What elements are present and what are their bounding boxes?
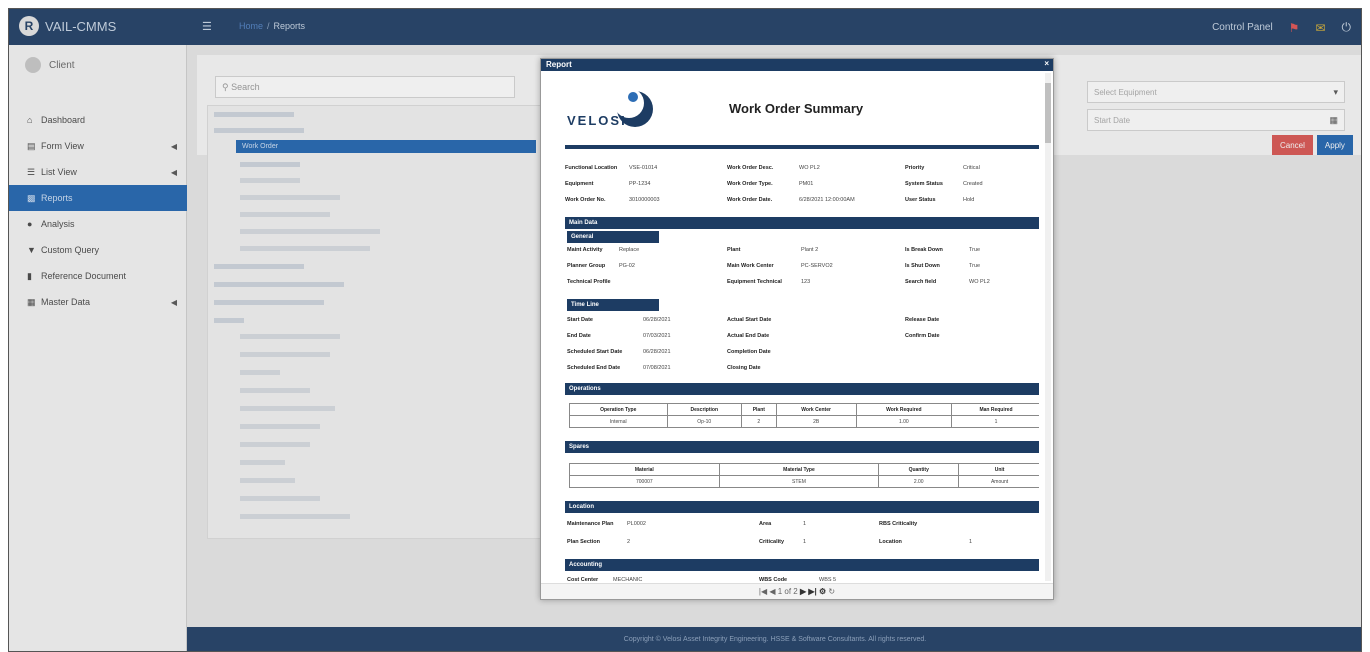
table-header: Work Center [775,403,857,416]
table-header: Operation Type [569,403,668,416]
field-is-break-down: Is Break Down True [905,247,981,253]
field-user-status: User Status Hold [905,197,975,203]
field-plan-section: Plan Section 2 [567,539,631,545]
field-actual-start-date: Actual Start Date [727,317,772,323]
field-work-order-desc: Work Order Desc. WO PL2 [727,165,820,171]
table-cell: 1.00 [855,415,952,428]
section-location: Location [565,501,1039,513]
field-functional-location: Functional Location VSE-01014 [565,165,658,171]
table-cell: Internal [569,415,668,428]
modal-title: Report [546,60,572,69]
table-cell: Op-10 [666,415,743,428]
modal-scrollbar[interactable] [1045,73,1051,581]
table-cell: 2 [741,415,777,428]
close-icon[interactable]: × [1044,59,1049,68]
field-actual-end-date: Actual End Date [727,333,770,339]
table-header: Description [666,403,743,416]
field-rbs-criticality: RBS Criticality [879,521,918,527]
field-location: Location 1 [879,539,973,545]
section-operations: Operations [565,383,1039,395]
field-system-status: System Status Created [905,181,983,187]
field-maintenance-plan: Maintenance Plan PL0002 [567,521,646,527]
operations-table: Operation Type Description Plant Work Ce… [569,403,1039,428]
report-pager: |◀ ◀ 1 of 2 ▶ ▶| ⚙ ↻ [541,583,1053,599]
report-document: VELOSI Work Order Summary Functional Loc… [549,73,1039,583]
table-header: Material [569,463,720,476]
field-plant: Plant Plant 2 [727,247,819,253]
field-is-shut-down: Is Shut Down True [905,263,981,269]
table-cell: Amount [958,475,1039,488]
table-header: Plant [741,403,777,416]
field-work-order-type: Work Order Type. PM01 [727,181,814,187]
field-area: Area 1 [759,521,807,527]
field-planner-group: Planner Group PG-02 [567,263,635,269]
export-icon[interactable]: ⚙ [819,587,826,596]
field-scheduled-start-date: Scheduled Start Date 06/28/2021 [567,349,671,355]
field-work-order-no: Work Order No. 3010000003 [565,197,660,203]
table-row: 700007 STEM 2.00 Amount [569,475,1039,488]
subsection-time-line: Time Line [567,299,659,311]
field-release-date: Release Date [905,317,940,323]
table-header: Unit [958,463,1039,476]
field-closing-date: Closing Date [727,365,761,371]
report-title: Work Order Summary [729,101,864,116]
first-page-icon[interactable]: |◀ [759,587,767,596]
refresh-icon[interactable]: ↻ [828,587,835,596]
table-cell: STEM [718,475,880,488]
table-cell: 2B [775,415,857,428]
section-main-data: Main Data [565,217,1039,229]
table-header-row: Operation Type Description Plant Work Ce… [569,403,1039,416]
section-spares: Spares [565,441,1039,453]
prev-page-icon[interactable]: ◀ [769,587,775,596]
table-header: Quantity [878,463,960,476]
field-equipment: Equipment PP-1234 [565,181,651,187]
spares-table: Material Material Type Quantity Unit 700… [569,463,1039,488]
page-indicator: 1 of 2 [777,587,798,596]
velosi-logo: VELOSI [565,87,661,133]
title-divider [565,145,1039,149]
field-technical-profile: Technical Profile [567,279,611,285]
report-modal: Report × VELOSI Work Order Summary Funct… [540,58,1054,600]
section-accounting: Accounting [565,559,1039,571]
app-window: R VAIL-CMMS ☰ Home / Reports Control Pan… [8,8,1362,652]
table-header: Man Required [950,403,1039,416]
table-header: Material Type [718,463,880,476]
table-header: Work Required [855,403,952,416]
modal-header: Report × [541,59,1053,71]
scrollbar-thumb[interactable] [1045,83,1051,143]
field-end-date: End Date 07/03/2021 [567,333,671,339]
table-header-row: Material Material Type Quantity Unit [569,463,1039,476]
field-equipment-technical: Equipment Technical 123 [727,279,811,285]
last-page-icon[interactable]: ▶| [808,587,816,596]
field-work-order-date: Work Order Date. 6/28/2021 12:00:00AM [727,197,855,203]
field-criticality: Criticality 1 [759,539,807,545]
subsection-general: General [567,231,659,243]
table-cell: 1 [950,415,1039,428]
field-search-field: Search field WO PL2 [905,279,990,285]
table-cell: 2.00 [878,475,960,488]
logo-text: VELOSI [567,113,627,128]
field-start-date: Start Date 06/28/2021 [567,317,671,323]
field-priority: Priority Critical [905,165,980,171]
field-confirm-date: Confirm Date [905,333,940,339]
field-main-work-center: Main Work Center PC-SERVO2 [727,263,833,269]
next-page-icon[interactable]: ▶ [800,587,806,596]
table-row: Internal Op-10 2 2B 1.00 1 [569,415,1039,428]
table-cell: 700007 [569,475,720,488]
field-maint-activity: Maint Activity Replace [567,247,640,253]
field-completion-date: Completion Date [727,349,771,355]
field-scheduled-end-date: Scheduled End Date 07/08/2021 [567,365,671,371]
